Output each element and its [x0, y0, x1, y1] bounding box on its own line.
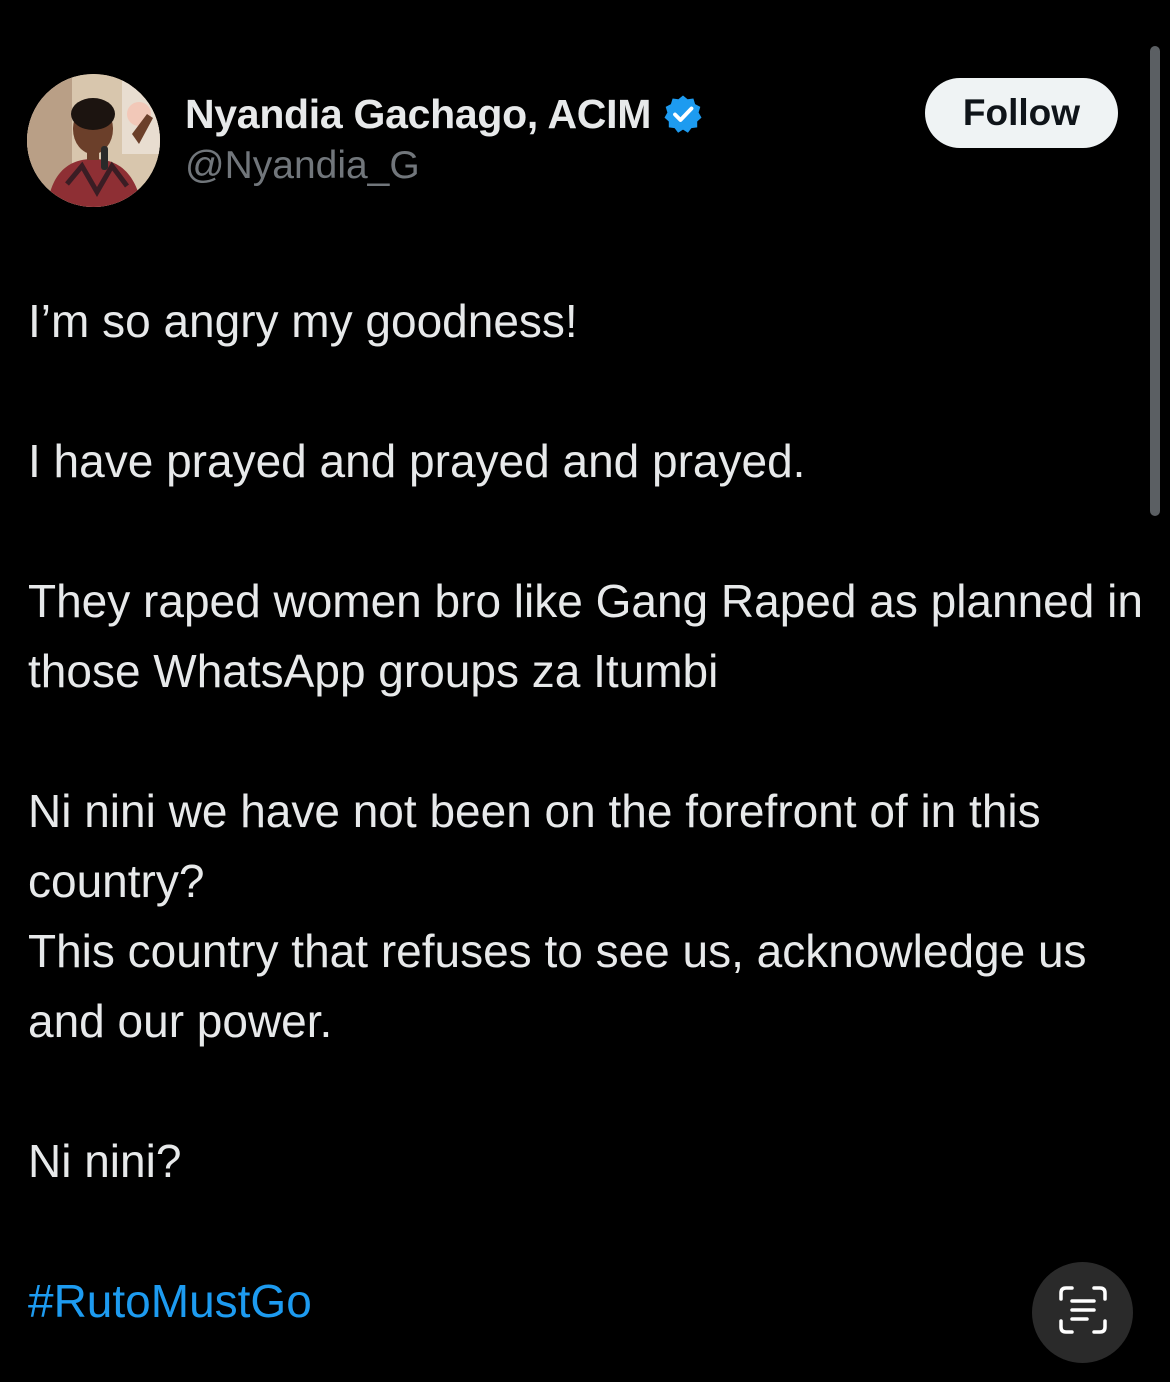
- tweet-paragraph: I have prayed and prayed and prayed.: [28, 435, 806, 487]
- tweet-paragraph: Ni nini?: [28, 1135, 182, 1187]
- tweet-text: I’m so angry my goodness! I have prayed …: [28, 286, 1148, 1336]
- tweet-paragraph: Ni nini we have not been on the forefron…: [28, 785, 1041, 907]
- author-name-row: Nyandia Gachago, ACIM: [185, 88, 703, 140]
- tweet-paragraph: I’m so angry my goodness!: [28, 295, 578, 347]
- tweet-view: Nyandia Gachago, ACIM @Nyandia_G Follow …: [0, 0, 1170, 1382]
- tweet-paragraph: They raped women bro like Gang Raped as …: [28, 575, 1143, 697]
- live-text-scan-button[interactable]: [1032, 1262, 1133, 1363]
- scrollbar[interactable]: [1150, 46, 1160, 516]
- live-text-scan-icon: [1057, 1284, 1109, 1341]
- verified-badge-icon[interactable]: [663, 94, 703, 134]
- author-handle[interactable]: @Nyandia_G: [185, 144, 420, 188]
- tweet-paragraph: This country that refuses to see us, ack…: [28, 925, 1087, 1047]
- follow-button[interactable]: Follow: [925, 78, 1118, 148]
- hashtag-link[interactable]: #RutoMustGo: [28, 1275, 312, 1327]
- author-display-name[interactable]: Nyandia Gachago, ACIM: [185, 91, 651, 138]
- avatar[interactable]: [27, 74, 160, 207]
